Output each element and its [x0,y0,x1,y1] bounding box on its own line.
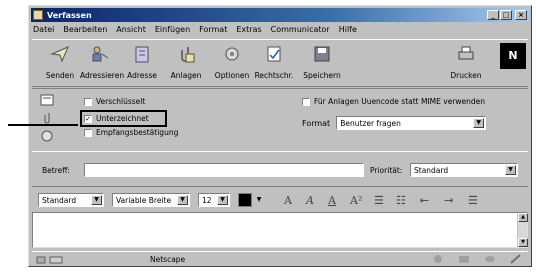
save-icon [314,46,330,62]
send-button[interactable]: Senden [40,44,80,80]
address-icon [92,46,109,62]
compose-app-icon [33,10,43,20]
receipt-checkbox[interactable]: Empfangsbestätigung [84,128,178,137]
menu-datei[interactable]: Datei [33,24,54,36]
menu-format[interactable]: Format [199,24,227,36]
encrypted-checkbox[interactable]: Verschlüsselt [84,97,145,106]
font-select[interactable]: Variable Breite ▼ [112,193,190,207]
title-bar[interactable]: Verfassen _ □ × [31,8,529,22]
print-button[interactable]: Drucken [446,44,486,80]
chevron-down-icon[interactable]: ▼ [473,118,485,128]
navigator-icon[interactable] [432,254,444,264]
chevron-down-icon[interactable]: ▼ [217,195,228,205]
spellcheck-icon [267,46,281,62]
receipt-checkbox-box[interactable] [84,128,92,137]
attach-button[interactable]: Anlagen [166,44,206,80]
address-tab-icon[interactable] [40,93,54,107]
options-tab-icon[interactable] [40,129,54,143]
compose-window: Verfassen _ □ × Datei Bearbeiten Ansicht… [28,5,532,267]
signed-highlight-frame [80,110,167,127]
uuencode-checkbox-box[interactable] [302,97,310,106]
menu-einfuegen[interactable]: Einfügen [155,24,190,36]
format-select[interactable]: Benutzer fragen ▼ [336,116,487,130]
bullet-list-button[interactable]: ☰ [374,194,384,207]
component-bar [432,254,522,264]
menu-bar: Datei Bearbeiten Ansicht Einfügen Format… [33,24,357,36]
underline-button[interactable]: A [328,194,336,207]
subject-input[interactable] [84,163,364,177]
format-label: Format [302,118,331,128]
netscape-logo: N [500,43,526,69]
uuencode-checkbox[interactable]: Für Anlagen Uuencode statt MIME verwende… [302,97,485,106]
options-panel: Verschlüsselt ✓ Unterzeichnet Empfangsbe… [32,88,528,152]
window-title: Verfassen [47,10,92,20]
clear-styles-button[interactable]: A² [350,194,362,207]
mailbox-icon[interactable] [458,254,470,264]
italic-button[interactable]: A [306,194,314,207]
increase-indent-button[interactable]: ⇥ [444,194,453,207]
print-icon [458,46,474,60]
discussion-icon[interactable] [484,254,496,264]
numbered-list-button[interactable]: ☷ [396,194,406,207]
subject-row: Betreff: Priorität: Standard ▼ [32,162,528,180]
main-toolbar: Senden Adressieren Adresse Anlagen Optio… [32,39,528,87]
menu-extras[interactable]: Extras [236,24,261,36]
status-bar: Netscape [32,251,528,266]
address-button[interactable]: Adressieren [80,44,124,80]
color-chevron-icon[interactable]: ▼ [254,193,264,207]
decrease-indent-button[interactable]: ⇤ [420,194,429,207]
send-icon [50,46,69,63]
scroll-up-icon[interactable]: ▲ [518,213,528,222]
chevron-down-icon[interactable]: ▼ [177,195,188,205]
maximize-button[interactable]: □ [500,10,512,20]
compose-tab-icons [40,93,58,147]
attach-icon [181,47,195,63]
priority-select[interactable]: Standard ▼ [410,163,518,177]
menu-hilfe[interactable]: Hilfe [339,24,357,36]
address-book-button[interactable]: Adresse [122,44,162,80]
options-button[interactable]: Optionen [212,44,252,80]
priority-label: Priorität: [370,166,403,175]
editor-scrollbar[interactable]: ▲ ▼ [517,213,528,247]
composer-icon[interactable] [510,254,522,264]
menu-communicator[interactable]: Communicator [271,24,330,36]
encrypted-checkbox-box[interactable] [84,97,92,106]
scroll-down-icon[interactable]: ▼ [518,238,528,247]
font-larger-button[interactable]: A [284,194,292,207]
spellcheck-button[interactable]: Rechtschr. [254,44,294,80]
chevron-down-icon[interactable]: ▼ [505,165,516,175]
attachment-tab-icon[interactable] [40,111,54,125]
menu-ansicht[interactable]: Ansicht [116,24,146,36]
security-status-icon[interactable] [36,254,66,264]
close-button[interactable]: × [515,10,527,20]
address-book-icon [135,46,149,63]
options-icon [225,47,239,61]
format-row: Format Benutzer fragen ▼ [302,116,487,130]
font-size-select[interactable]: 12 ▼ [198,193,230,207]
align-button[interactable]: ☰ [468,194,478,207]
formatting-toolbar: Standard ▼ Variable Breite ▼ 12 ▼ ▼ A A … [32,186,528,209]
font-color-button[interactable] [238,193,252,207]
chevron-down-icon[interactable]: ▼ [91,195,102,205]
message-body-editor[interactable]: ▲ ▼ [32,212,528,248]
paragraph-style-select[interactable]: Standard ▼ [38,193,104,207]
minimize-button[interactable]: _ [487,10,499,20]
subject-label: Betreff: [42,166,70,175]
status-text: Netscape [150,255,186,264]
menu-bearbeiten[interactable]: Bearbeiten [63,24,107,36]
save-button[interactable]: Speichern [302,44,342,80]
callout-pointer-line [8,124,78,126]
